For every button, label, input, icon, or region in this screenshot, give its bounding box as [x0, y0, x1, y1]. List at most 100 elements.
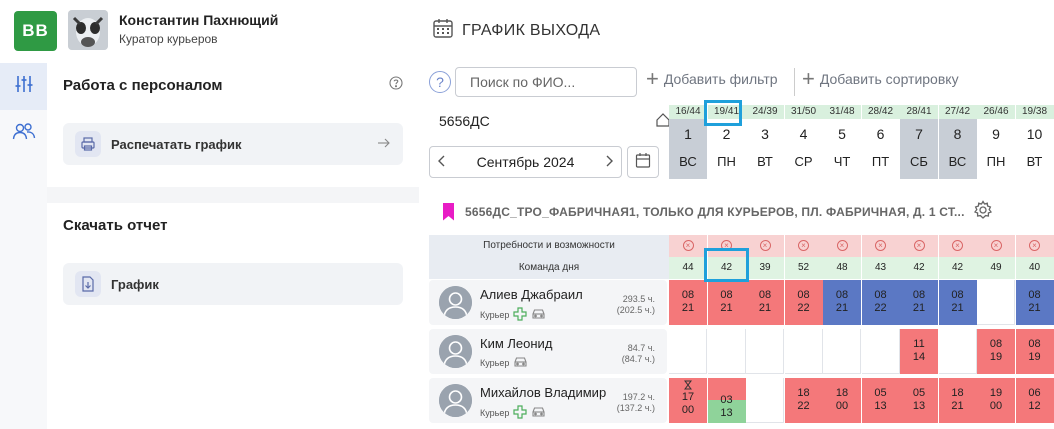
shift-cell[interactable] — [746, 329, 784, 374]
gear-icon[interactable] — [973, 200, 993, 223]
day-weekday: ВТ — [746, 149, 784, 179]
shift-cell[interactable]: 19 00 — [977, 378, 1015, 423]
shift-cell[interactable]: 08 21 — [938, 280, 977, 325]
needs-cell[interactable]: × — [938, 235, 977, 257]
team-count-cell[interactable]: 42 — [938, 257, 977, 279]
shift-cell[interactable] — [746, 378, 784, 423]
shift-cell[interactable]: 17 00 — [669, 378, 707, 423]
download-report-button[interactable]: График — [63, 263, 403, 305]
bookmark-icon — [443, 202, 454, 221]
hours-sub: (84.7 ч.) — [621, 354, 655, 364]
day-column[interactable]: 27/42 8 ВС — [938, 105, 977, 179]
needs-cell[interactable]: × — [861, 235, 900, 257]
shift-cell[interactable]: 08 21 — [1015, 280, 1054, 325]
shift-cell[interactable]: 03 13 — [707, 378, 746, 423]
close-circle-icon: × — [913, 239, 925, 251]
search-input[interactable]: Поиск по ФИО... — [455, 67, 637, 97]
help-icon[interactable] — [389, 76, 403, 94]
needs-cell[interactable]: × — [823, 235, 861, 257]
needs-cell[interactable]: × — [1015, 235, 1054, 257]
shift-cell[interactable]: 06 12 — [1015, 378, 1054, 423]
month-label: Сентябрь 2024 — [476, 154, 575, 170]
shift-cell[interactable]: 08 19 — [977, 329, 1015, 374]
shift-time: 17 00 — [681, 391, 695, 416]
needs-cell[interactable]: × — [784, 235, 823, 257]
shift-cell[interactable] — [669, 329, 707, 374]
shift-cell[interactable]: 18 22 — [784, 378, 823, 423]
hours-total: 293.5 ч. — [622, 294, 655, 304]
store-code-field[interactable]: 5656ДС — [429, 105, 679, 137]
team-count-cell[interactable]: 52 — [784, 257, 823, 279]
team-count-cell[interactable]: 44 — [669, 257, 707, 279]
shift-cell[interactable]: 08 21 — [746, 280, 784, 325]
day-column[interactable]: 28/42 6 ПТ — [861, 105, 900, 179]
day-column[interactable]: 31/50 4 СР — [784, 105, 823, 179]
team-count-cell[interactable]: 40 — [1015, 257, 1054, 279]
icon-rail — [0, 63, 47, 429]
day-column[interactable]: 26/46 9 ПН — [977, 105, 1015, 179]
rail-item-settings[interactable] — [0, 63, 47, 110]
needs-cell[interactable]: × — [900, 235, 938, 257]
shift-cell[interactable]: 08 21 — [900, 280, 938, 325]
day-column[interactable]: 19/38 10 ВТ — [1015, 105, 1054, 179]
team-count-cell[interactable]: 42 — [900, 257, 938, 279]
shift-cell[interactable]: 05 13 — [861, 378, 900, 423]
day-column[interactable]: 28/41 7 СБ — [900, 105, 938, 179]
hours-total: 197.2 ч. — [622, 392, 655, 402]
add-sort-button[interactable]: + Добавить сортировку — [802, 68, 959, 90]
needs-cell[interactable]: × — [977, 235, 1015, 257]
day-number: 1 — [669, 119, 707, 149]
shift-cell[interactable] — [823, 329, 861, 374]
close-circle-icon: × — [952, 239, 963, 251]
day-weekday: ПН — [977, 149, 1015, 179]
medical-cross-icon — [513, 405, 527, 421]
shift-cell[interactable] — [938, 329, 977, 374]
shift-cell[interactable]: 08 21 — [707, 280, 746, 325]
employee-role-line: Курьер — [480, 307, 546, 323]
shift-cell[interactable] — [784, 329, 823, 374]
add-filter-button[interactable]: + Добавить фильтр — [646, 68, 778, 90]
team-count-cell[interactable]: 39 — [746, 257, 784, 279]
help-button[interactable]: ? — [429, 71, 451, 93]
shift-cell[interactable]: 08 19 — [1015, 329, 1054, 374]
team-count-cell[interactable]: 49 — [977, 257, 1015, 279]
day-number: 4 — [784, 119, 823, 149]
shift-cell[interactable]: 08 22 — [861, 280, 900, 325]
shift-cell[interactable] — [707, 329, 746, 374]
employee-card[interactable]: Михайлов Владимир Курьер 197.2 ч. (137.2 ч.… — [429, 378, 667, 423]
shift-cell[interactable]: 08 21 — [669, 280, 707, 325]
shift-time: 08 21 — [758, 289, 772, 314]
shift-cell[interactable]: 11 14 — [900, 329, 938, 374]
day-column[interactable]: 31/48 5 ЧТ — [823, 105, 861, 179]
shift-cell[interactable]: 05 13 — [900, 378, 938, 423]
calendar-picker-button[interactable] — [627, 146, 659, 178]
shift-cell[interactable]: 08 22 — [784, 280, 823, 325]
team-count-cell[interactable]: 43 — [861, 257, 900, 279]
day-staff-ratio: 27/42 — [938, 105, 977, 119]
user-avatar[interactable] — [68, 10, 108, 50]
shift-cell[interactable] — [977, 280, 1015, 325]
shift-cell[interactable]: 08 21 — [823, 280, 861, 325]
month-selector[interactable]: Сентябрь 2024 — [429, 146, 622, 178]
avatar — [439, 384, 472, 417]
shift-cell[interactable] — [861, 329, 900, 374]
team-count-cell[interactable]: 48 — [823, 257, 861, 279]
shift-time: 05 13 — [912, 387, 926, 412]
day-weekday: ВС — [938, 149, 977, 179]
chevron-right-icon[interactable] — [605, 154, 613, 170]
print-schedule-button[interactable]: Распечатать график — [63, 123, 403, 165]
store-schedule-header[interactable]: 5656ДС_ТРО_ФАБРИЧНАЯ1, ТОЛЬКО ДЛЯ КУРЬЕР… — [443, 200, 993, 223]
medical-cross-icon — [513, 307, 527, 323]
shift-cell[interactable]: 18 21 — [938, 378, 977, 423]
chevron-left-icon[interactable] — [438, 154, 446, 170]
day-column[interactable]: 24/39 3 ВТ — [746, 105, 784, 179]
day-column[interactable]: 16/44 1 ВС — [669, 105, 707, 179]
employee-card[interactable]: Алиев Джабраил Курьер 293.5 ч. (202.5 ч.) — [429, 280, 667, 325]
app-logo[interactable]: BB — [14, 11, 57, 51]
day-staff-ratio: 19/38 — [1015, 105, 1054, 119]
employee-card[interactable]: Ким Леонид Курьер 84.7 ч. (84.7 ч.) — [429, 329, 667, 374]
needs-cell[interactable]: × — [669, 235, 707, 257]
shift-cell[interactable]: 18 00 — [823, 378, 861, 423]
needs-cell[interactable]: × — [746, 235, 784, 257]
rail-item-people[interactable] — [0, 110, 47, 157]
